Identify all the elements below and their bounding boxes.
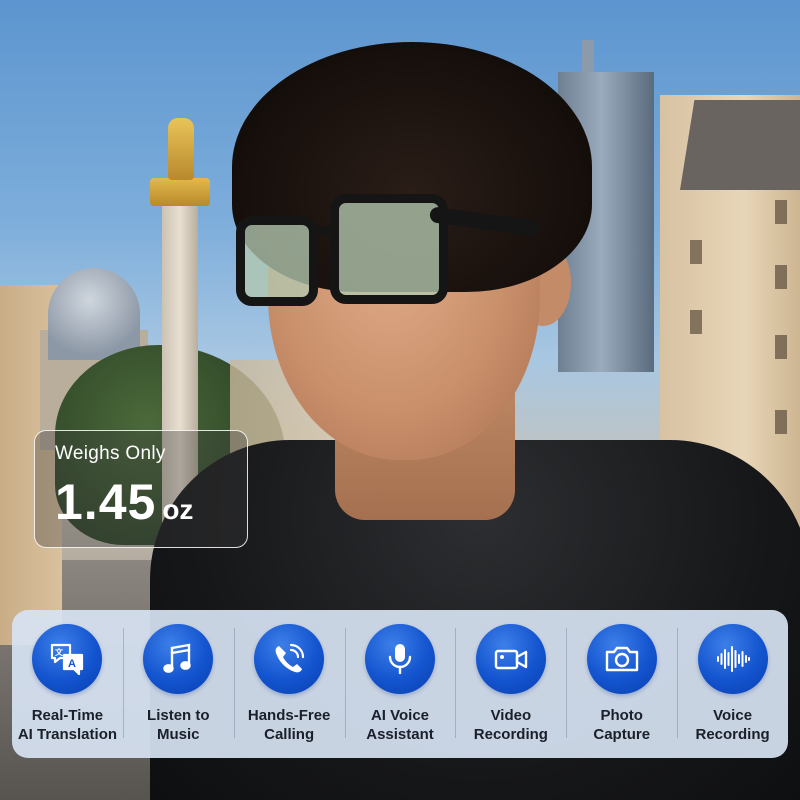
weight-unit: oz <box>162 494 194 525</box>
feature-label: AI Voice Assistant <box>366 706 434 744</box>
weight-number: 1.45 <box>55 474 157 530</box>
feature-translation: 文 A Real-Time AI Translation <box>12 610 123 758</box>
building-window <box>690 310 702 334</box>
feature-label: Hands-Free Calling <box>248 706 331 744</box>
feature-label-line: Hands-Free <box>247 707 331 724</box>
feature-label-line: Recording <box>473 726 548 743</box>
feature-label: Real-Time AI Translation <box>18 706 117 744</box>
feature-label-line: Recording <box>695 726 770 743</box>
microphone-icon <box>365 624 435 694</box>
svg-text:文: 文 <box>55 647 64 657</box>
church-dome <box>48 268 140 360</box>
feature-label-line: AI Voice <box>370 707 430 724</box>
feature-label-line: Photo <box>600 707 643 724</box>
svg-text:A: A <box>68 658 76 670</box>
product-photo: Weighs Only 1.45 oz 文 A Real-Time AI Tran… <box>0 0 800 800</box>
building-window <box>775 200 787 224</box>
feature-label-line: Capture <box>593 726 651 743</box>
feature-voice-recording: Voice Recording <box>677 610 788 758</box>
video-camera-icon <box>475 624 546 694</box>
smart-glasses <box>230 180 541 310</box>
feature-calling: Hands-Free Calling <box>233 610 345 758</box>
weight-label: Weighs Only <box>55 443 166 464</box>
feature-music: Listen to Music <box>122 610 234 758</box>
weight-badge: Weighs Only 1.45 oz <box>34 430 248 548</box>
feature-label-line: Music <box>157 726 200 743</box>
feature-voice-assistant: AI Voice Assistant <box>344 610 456 758</box>
feature-label: Video Recording <box>474 706 548 744</box>
feature-photo: Photo Capture <box>566 610 677 758</box>
right-building-roof <box>680 100 800 190</box>
feature-label-line: Real-Time <box>31 707 104 724</box>
phone-icon <box>254 624 325 694</box>
feature-label: Photo Capture <box>593 706 650 744</box>
golden-statue <box>168 118 194 180</box>
translate-icon: 文 A <box>32 624 103 694</box>
feature-label-line: Calling <box>264 726 315 743</box>
building-window <box>775 265 787 289</box>
feature-label-line: Voice <box>713 707 753 724</box>
music-note-icon <box>143 624 214 694</box>
feature-label-line: Video <box>490 707 532 724</box>
feature-label-line: AI Translation <box>17 726 118 743</box>
feature-label-line: Assistant <box>366 726 434 743</box>
column-capital <box>150 178 210 206</box>
feature-label: Listen to Music <box>147 706 210 744</box>
weight-value: 1.45 oz <box>55 473 247 531</box>
left-lens <box>236 216 318 306</box>
feature-label: Voice Recording <box>695 706 769 744</box>
feature-panel: 文 A Real-Time AI Translation Listen to M… <box>12 610 788 758</box>
feature-label-line: Listen to <box>147 707 210 724</box>
building-window <box>775 335 787 359</box>
camera-icon <box>586 624 657 694</box>
building-window <box>775 410 787 434</box>
sound-wave-icon <box>697 624 768 694</box>
feature-video: Video Recording <box>455 610 566 758</box>
building-window <box>690 240 702 264</box>
